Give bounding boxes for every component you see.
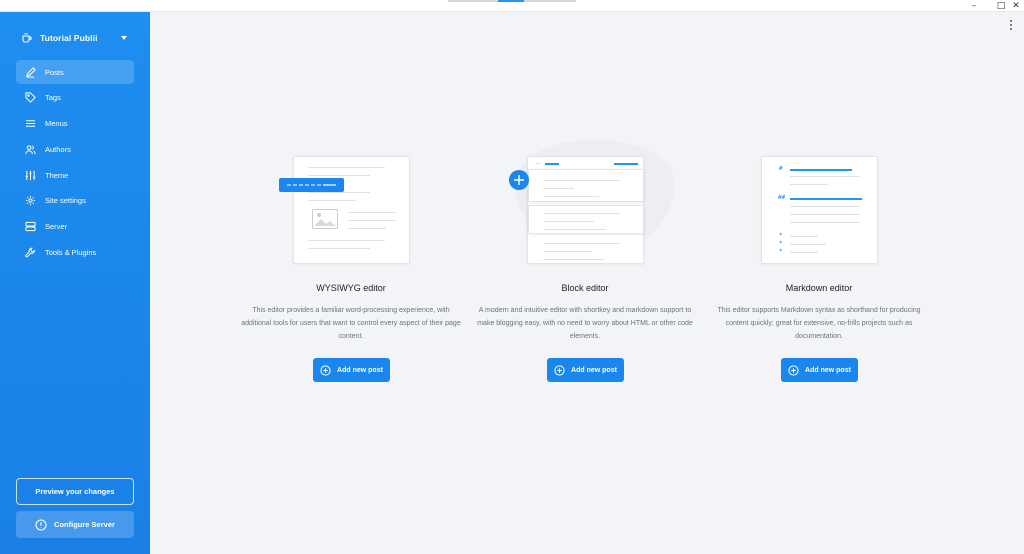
users-icon [24, 143, 36, 155]
window-titlebar: – □ ✕ [0, 0, 1024, 12]
add-new-post-button[interactable]: Add new post [781, 358, 858, 382]
sliders-icon [24, 169, 36, 181]
document-preview [527, 156, 644, 264]
server-icon [24, 221, 36, 233]
markdown-bullet-symbol: * [779, 248, 783, 255]
menu-icon [24, 118, 36, 130]
plus-circle-icon [554, 364, 565, 376]
sidebar-item-label: Menus [45, 119, 68, 129]
sidebar-item-label: Tools & Plugins [45, 248, 97, 258]
titlebar-active-tab [498, 0, 524, 2]
configure-server-button[interactable]: Configure Server [16, 511, 134, 538]
add-new-post-label: Add new post [805, 366, 851, 374]
editor-title: Markdown editor [785, 283, 853, 293]
sidebar-item-label: Authors [45, 144, 71, 154]
editor-card-wysiwyg: WYSIWYG editor This editor provides a fa… [241, 156, 461, 382]
add-new-post-button[interactable]: Add new post [313, 358, 390, 382]
editor-description: A modern and intuitive editor with short… [477, 307, 693, 340]
wysiwyg-illustration [251, 156, 451, 268]
add-new-post-label: Add new post [571, 366, 617, 374]
wrench-icon [24, 247, 36, 259]
image-icon [312, 209, 338, 229]
markdown-illustration: # ## * * * [719, 156, 919, 268]
sidebar-item-label: Site settings [45, 196, 86, 206]
chevron-down-icon [121, 36, 127, 40]
document-preview [293, 156, 410, 264]
sidebar-item-theme[interactable]: Theme [16, 163, 134, 187]
editor-card-markdown: # ## * * * Markdown editor This editor s… [717, 156, 921, 382]
coffee-cup-icon [20, 31, 34, 45]
more-options-icon[interactable] [1006, 19, 1016, 31]
editor-description: This editor provides a familiar word-pro… [241, 307, 461, 340]
content-block [528, 205, 644, 234]
sidebar-nav: Posts Tags Menus Authors Theme Site sett… [16, 60, 134, 266]
plus-circle-icon [320, 364, 331, 376]
markdown-bullet-symbol: * [779, 240, 783, 247]
block-illustration [485, 139, 685, 268]
plus-icon [509, 170, 529, 190]
close-icon[interactable]: ✕ [1008, 0, 1024, 12]
sidebar-item-menus[interactable]: Menus [16, 112, 134, 136]
editor-title: WYSIWYG editor [316, 283, 386, 293]
sidebar-item-label: Server [45, 222, 68, 232]
editor-title: Block editor [561, 283, 609, 293]
alert-circle-icon [35, 518, 47, 531]
sidebar-item-tools-plugins[interactable]: Tools & Plugins [16, 241, 134, 265]
add-new-post-button[interactable]: Add new post [547, 358, 624, 382]
formatting-toolbar-illustration [279, 178, 344, 195]
add-new-post-label: Add new post [337, 366, 383, 374]
titlebar-tab-strip [448, 0, 576, 2]
minimize-icon[interactable]: – [966, 0, 982, 12]
sidebar: Tutorial Publii Posts Tags Menus Authors… [0, 12, 150, 554]
sidebar-item-authors[interactable]: Authors [16, 137, 134, 161]
plus-circle-icon [788, 364, 799, 376]
sidebar-item-label: Theme [45, 170, 69, 180]
maximize-icon[interactable]: □ [993, 0, 1009, 12]
markdown-bullet-symbol: * [779, 232, 783, 239]
markdown-h2-symbol: ## [778, 194, 786, 201]
preview-changes-button[interactable]: Preview your changes [16, 478, 134, 505]
markdown-h1-symbol: # [779, 165, 783, 172]
sidebar-item-tags[interactable]: Tags [16, 86, 134, 110]
gear-icon [24, 195, 36, 207]
sidebar-item-server[interactable]: Server [16, 215, 134, 239]
sidebar-item-posts[interactable]: Posts [16, 60, 134, 84]
sidebar-item-label: Tags [45, 93, 61, 103]
pencil-icon [24, 66, 36, 78]
sidebar-item-label: Posts [45, 67, 64, 77]
configure-server-label: Configure Server [54, 520, 115, 529]
tag-icon [24, 92, 36, 104]
content-block [528, 169, 644, 202]
document-preview: # ## * * * [761, 156, 878, 264]
editor-card-block: Block editor A modern and intuitive edit… [477, 139, 693, 382]
site-name: Tutorial Publii [40, 33, 98, 43]
editor-description: This editor supports Markdown syntax as … [717, 307, 921, 340]
site-switcher[interactable]: Tutorial Publii [20, 31, 132, 45]
sidebar-item-site-settings[interactable]: Site settings [16, 189, 134, 213]
